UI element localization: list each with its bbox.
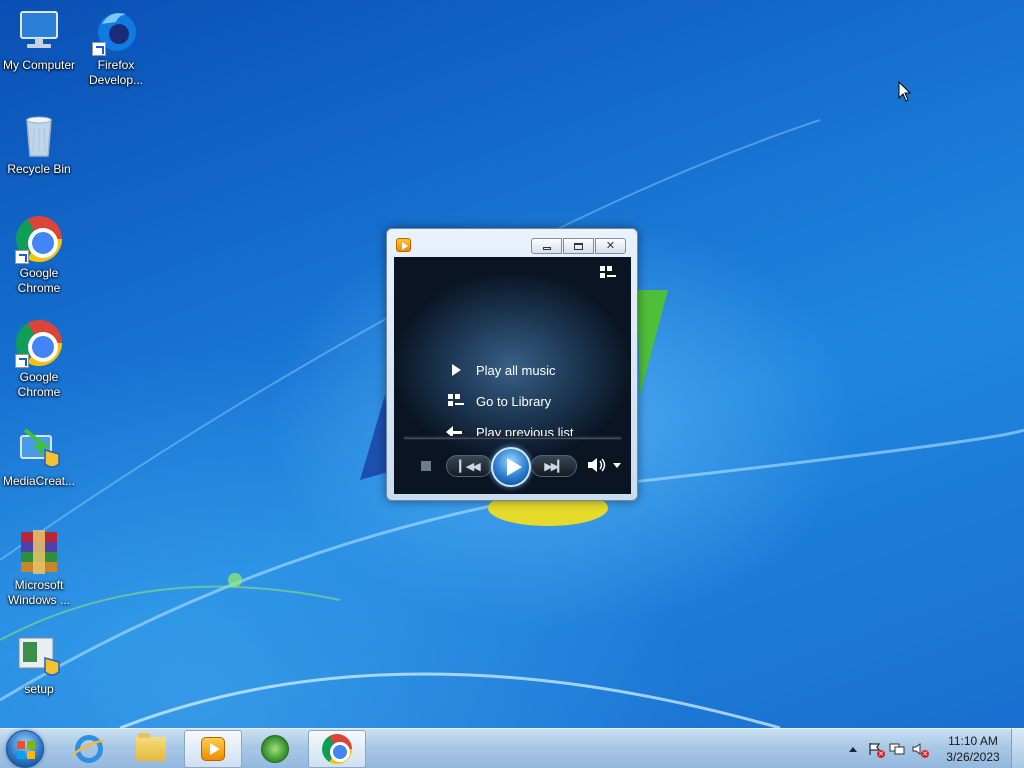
desktop-icon-label: Google Chrome xyxy=(17,266,61,295)
volume-button[interactable] xyxy=(587,457,609,473)
desktop-icon-google-chrome-2[interactable]: Google Chrome xyxy=(0,320,78,400)
setup-icon xyxy=(15,632,63,680)
volume-muted-icon[interactable]: ✕ xyxy=(908,739,930,759)
action-center-flag-icon[interactable]: ✕ xyxy=(864,739,886,759)
minimize-icon xyxy=(542,247,551,250)
media-center-icon xyxy=(261,735,289,763)
winrar-archive-icon xyxy=(15,528,63,576)
show-hidden-icons-button[interactable] xyxy=(842,739,864,759)
minimize-button[interactable] xyxy=(531,238,562,254)
media-player-app-icon xyxy=(396,238,411,252)
shortcut-arrow-icon xyxy=(15,354,29,368)
desktop-icon-my-computer[interactable]: My Computer xyxy=(0,8,78,73)
close-icon: ✕ xyxy=(605,240,616,252)
desktop-icon-label: Microsoft Windows ... xyxy=(7,578,70,607)
media-player-window[interactable]: ✕ Play all music Go to Library Play prev… xyxy=(386,228,638,501)
taskbar-internet-explorer[interactable] xyxy=(60,730,118,768)
system-tray: ✕ ✕ xyxy=(842,737,930,761)
clock-time: 11:10 AM xyxy=(948,734,998,748)
desktop-icon-setup[interactable]: setup xyxy=(0,632,78,697)
maximize-button[interactable] xyxy=(563,238,594,254)
desktop-icon-firefox-developer[interactable]: Firefox Develop... xyxy=(77,8,155,88)
play-icon xyxy=(446,362,468,378)
mouse-cursor-icon xyxy=(898,81,912,102)
next-icon: ▶▶▎ xyxy=(544,459,565,473)
next-button[interactable]: ▶▶▎ xyxy=(531,455,577,477)
volume-dropdown-icon[interactable] xyxy=(613,463,621,468)
recycle-bin-icon xyxy=(15,112,63,160)
clock-date: 3/26/2023 xyxy=(946,750,1000,764)
seek-bar[interactable] xyxy=(403,436,622,440)
shortcut-arrow-icon xyxy=(15,250,29,264)
start-button[interactable] xyxy=(6,730,44,768)
volume-icon xyxy=(588,458,606,472)
menu-play-all-music[interactable]: Play all music xyxy=(446,358,626,382)
play-button[interactable] xyxy=(491,447,531,487)
taskbar-windows-media-center[interactable] xyxy=(246,730,304,768)
menu-go-to-library[interactable]: Go to Library xyxy=(446,389,626,413)
switch-to-library-icon[interactable] xyxy=(600,266,618,280)
desktop-icon-label: MediaCreat... xyxy=(2,474,76,488)
firefox-developer-icon xyxy=(92,8,140,56)
desktop-icon-label: Google Chrome xyxy=(17,370,61,399)
previous-icon: ▎◀◀ xyxy=(459,459,480,473)
stop-button[interactable] xyxy=(421,461,431,471)
computer-icon xyxy=(15,8,63,56)
shortcut-arrow-icon xyxy=(92,42,106,56)
chrome-icon xyxy=(15,320,63,368)
chevron-up-icon xyxy=(849,746,857,752)
desktop-icon-microsoft-windows-archive[interactable]: Microsoft Windows ... xyxy=(0,528,78,608)
previous-button[interactable]: ▎◀◀ xyxy=(446,455,492,477)
player-screen: Play all music Go to Library Play previo… xyxy=(394,257,631,494)
maximize-icon xyxy=(574,242,583,250)
menu-label: Play all music xyxy=(476,362,556,378)
wmp-icon xyxy=(201,737,225,761)
close-button[interactable]: ✕ xyxy=(595,238,626,254)
desktop-icon-label: My Computer xyxy=(2,58,76,72)
folder-icon xyxy=(136,733,166,761)
show-desktop-button[interactable] xyxy=(1011,729,1024,768)
desktop-icon-media-creation-tool[interactable]: MediaCreat... xyxy=(0,424,78,489)
chrome-icon xyxy=(322,734,352,764)
ie-icon xyxy=(75,735,103,763)
desktop-icon-google-chrome[interactable]: Google Chrome xyxy=(0,216,78,296)
taskbar-windows-media-player[interactable] xyxy=(184,730,242,768)
taskbar-clock[interactable]: 11:10 AM 3/26/2023 xyxy=(940,733,1006,765)
desktop-icon-label: Firefox Develop... xyxy=(88,58,144,87)
desktop-icon-label: Recycle Bin xyxy=(7,162,71,176)
taskbar-file-explorer[interactable] xyxy=(122,730,180,768)
menu-label: Go to Library xyxy=(476,393,552,409)
library-icon xyxy=(446,393,468,409)
windows-logo-icon xyxy=(17,741,35,759)
window-titlebar[interactable]: ✕ xyxy=(387,229,637,257)
desktop-icon-label: setup xyxy=(24,682,54,696)
taskbar: ✕ ✕ 11:10 AM 3/26/2023 xyxy=(0,728,1024,768)
media-creation-tool-icon xyxy=(15,424,63,472)
menu-play-previous-list[interactable]: Play previous list xyxy=(446,420,626,444)
taskbar-google-chrome[interactable] xyxy=(308,730,366,768)
chrome-icon xyxy=(15,216,63,264)
desktop-icon-recycle-bin[interactable]: Recycle Bin xyxy=(0,112,78,177)
network-icon[interactable] xyxy=(886,739,908,759)
